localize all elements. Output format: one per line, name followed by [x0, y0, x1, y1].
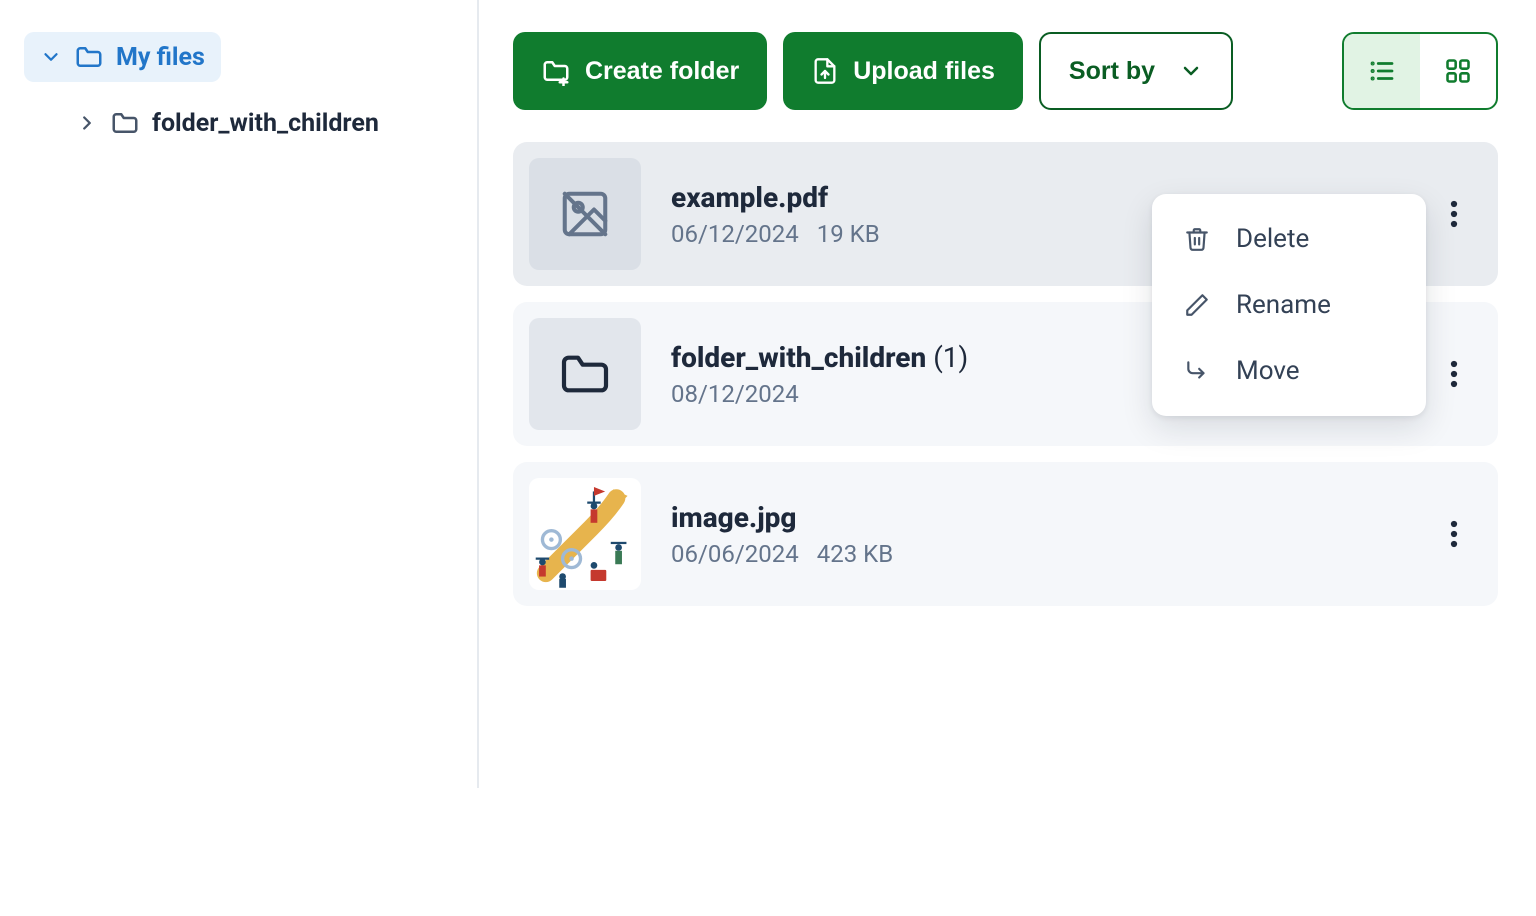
- sort-by-button[interactable]: Sort by: [1039, 32, 1233, 110]
- tree-node-child[interactable]: folder_with_children: [64, 100, 391, 146]
- illustration-icon: [529, 478, 641, 590]
- file-date: 06/06/2024: [671, 540, 799, 568]
- move-icon: [1184, 358, 1210, 384]
- file-upload-icon: [811, 57, 839, 85]
- file-child-count: (1): [933, 341, 968, 374]
- menu-item-rename[interactable]: Rename: [1152, 272, 1426, 338]
- button-label: Create folder: [585, 57, 739, 86]
- more-options-button[interactable]: [1434, 354, 1474, 394]
- dots-vertical-icon: [1450, 519, 1458, 549]
- file-info: image.jpg 06/06/2024 423 KB: [671, 501, 1434, 568]
- context-menu: Delete Rename Move: [1152, 194, 1426, 416]
- trash-icon: [1184, 226, 1210, 252]
- toolbar: Create folder Upload files Sort by: [513, 32, 1498, 110]
- menu-item-label: Move: [1236, 356, 1300, 386]
- list-view-button[interactable]: [1344, 34, 1420, 108]
- more-options-button[interactable]: [1434, 194, 1474, 234]
- chevron-down-icon: [1179, 59, 1203, 83]
- upload-files-button[interactable]: Upload files: [783, 32, 1023, 110]
- create-folder-button[interactable]: Create folder: [513, 32, 767, 110]
- chevron-down-icon: [40, 46, 62, 68]
- list-icon: [1367, 56, 1397, 86]
- menu-item-move[interactable]: Move: [1152, 338, 1426, 404]
- dots-vertical-icon: [1450, 199, 1458, 229]
- menu-item-delete[interactable]: Delete: [1152, 206, 1426, 272]
- chevron-right-icon: [76, 112, 98, 134]
- file-name: image.jpg: [671, 501, 1434, 534]
- image-thumbnail: [529, 478, 641, 590]
- tree-node-label: My files: [116, 43, 205, 72]
- file-thumbnail: [529, 158, 641, 270]
- menu-item-label: Delete: [1236, 224, 1309, 254]
- menu-item-label: Rename: [1236, 290, 1331, 320]
- folder-icon: [110, 108, 140, 138]
- tree-node-root[interactable]: My files: [24, 32, 221, 82]
- folder-icon: [74, 42, 104, 72]
- button-label: Upload files: [853, 57, 995, 86]
- more-options-button[interactable]: [1434, 514, 1474, 554]
- view-toggle: [1342, 32, 1498, 110]
- file-size: 423 KB: [817, 540, 893, 568]
- file-date: 06/12/2024: [671, 220, 799, 248]
- grid-icon: [1444, 57, 1472, 85]
- tree-node-label: folder_with_children: [152, 109, 379, 138]
- dots-vertical-icon: [1450, 359, 1458, 389]
- folder-icon: [557, 346, 613, 402]
- sidebar: My files folder_with_children: [0, 0, 479, 788]
- broken-image-icon: [558, 187, 612, 241]
- pencil-icon: [1184, 292, 1210, 318]
- file-row[interactable]: image.jpg 06/06/2024 423 KB: [513, 462, 1498, 606]
- button-label: Sort by: [1069, 57, 1155, 86]
- grid-view-button[interactable]: [1420, 34, 1496, 108]
- file-size: 19 KB: [817, 220, 880, 248]
- file-date: 08/12/2024: [671, 380, 799, 408]
- folder-thumbnail: [529, 318, 641, 430]
- folder-plus-icon: [541, 56, 571, 86]
